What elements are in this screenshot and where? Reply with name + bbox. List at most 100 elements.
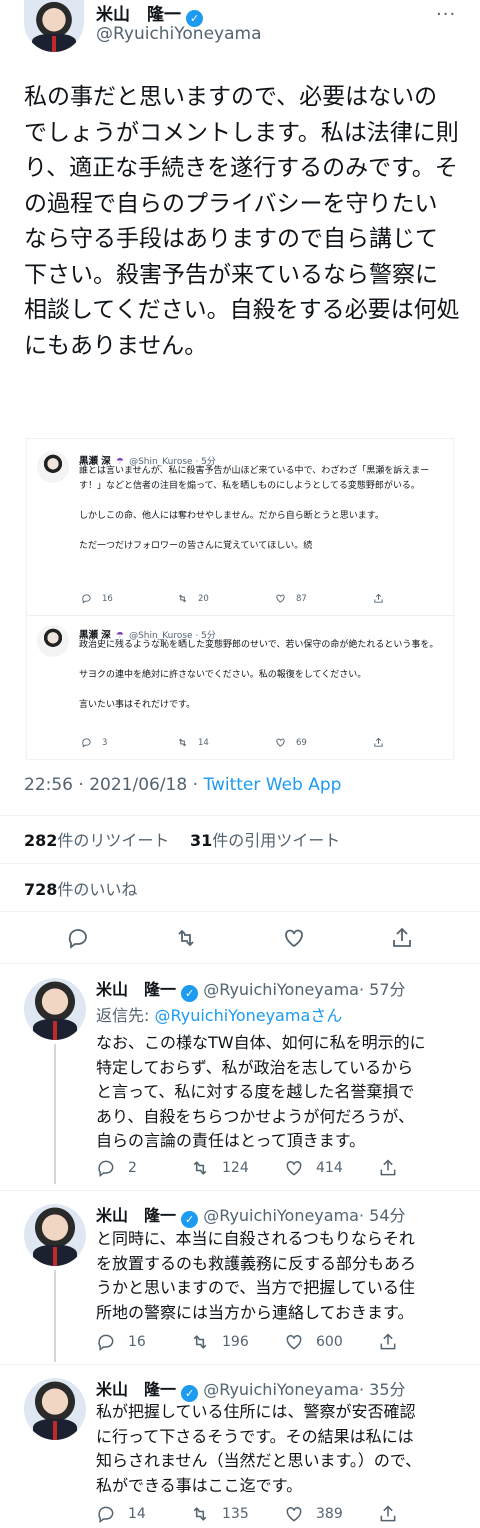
quote-stat-label: 件の引用ツイート [212,831,341,850]
retweet-stats[interactable]: 282件のリツイート [24,827,169,851]
embedded-reply: 3 [81,737,107,748]
like-stats[interactable]: 728件のいいね [24,876,137,900]
reply-author-handle: @RyuichiYoneyama [203,1206,359,1225]
like-action[interactable]: 389 [284,1504,343,1524]
embedded-avatar [37,625,69,657]
retweet-icon [193,1507,207,1521]
reply-age: · 54分 [358,1206,406,1225]
author-name: 米山 隆一 [96,5,181,25]
reply-icon [98,1334,114,1351]
retweet-icon [193,1161,207,1175]
reply-avatar[interactable] [24,978,86,1040]
share-icon [374,593,383,603]
reply-action[interactable]: 14 [96,1504,146,1524]
embedded-text: 政治史に残るような恥を晒した変態野郎のせいで、若い保守の命が絶たれるという事を。… [79,640,439,710]
like-count: 414 [316,1160,343,1176]
retweet-count: 196 [222,1334,249,1350]
reply-avatar[interactable] [24,1204,86,1266]
more-icon[interactable]: ··· [436,4,456,25]
reply-author-name: 米山 隆一 [96,1206,177,1225]
reply-icon [98,1160,114,1177]
retweet-stat-count: 282 [24,831,58,850]
like-stat-count: 728 [24,880,58,899]
reply-age: · 35分 [358,1380,406,1399]
retweet-count: 135 [222,1506,249,1522]
tweet-source-link[interactable]: Twitter Web App [203,775,341,795]
author-name-row[interactable]: 米山 隆一 ✓ [96,0,204,27]
share-icon[interactable] [378,1158,398,1178]
quote-stat-count: 31 [190,831,213,850]
reply-header[interactable]: 米山 隆一 ✓ @RyuichiYoneyama· 57分 [96,976,406,1002]
tweet-timestamp: 22:56 · 2021/06/18 · Twitter Web App [24,775,341,795]
tweet-text: 私の事だと思いますので、必要はないのでしょうがコメントします。私は法律に則り、適… [24,84,460,359]
reply-to-handle[interactable]: @RyuichiYoneyamaさん [154,1006,342,1025]
share-icon[interactable] [378,1504,398,1524]
retweet-icon [193,1335,207,1349]
reply-header[interactable]: 米山 隆一 ✓ @RyuichiYoneyama· 54分 [96,1202,406,1228]
embedded-like: 87 [275,593,307,604]
reply-action[interactable]: 16 [96,1332,146,1352]
share-icon[interactable] [378,1332,398,1352]
retweet-icon [178,594,187,603]
like-icon [286,1160,302,1176]
reply-author-name: 米山 隆一 [96,1380,177,1399]
embedded-avatar [37,451,69,483]
reply-text: 私が把握している住所には、警察が安否確認に行って下さるそうです。その結果は私には… [96,1402,422,1495]
retweet-icon [178,738,187,747]
retweet-count: 14 [198,737,209,748]
reply-icon [82,594,91,604]
retweet-action[interactable]: 135 [190,1504,249,1524]
reply-avatar[interactable] [24,1378,86,1440]
reply-to-line: 返信先: @RyuichiYoneyamaさん [96,1002,342,1026]
embedded-text: 誰とは言いませんが、私に殺害予告が山ほど来ている中で、わざわざ「黒瀬を訴えまーす… [79,466,430,551]
reply-count: 14 [128,1506,146,1522]
reply-author-handle: @RyuichiYoneyama [203,1380,359,1399]
reply-header[interactable]: 米山 隆一 ✓ @RyuichiYoneyama· 35分 [96,1376,406,1402]
like-action[interactable]: 600 [284,1332,343,1352]
like-icon [276,594,285,603]
like-icon [286,1506,302,1522]
reply-author-handle: @RyuichiYoneyama [203,980,359,999]
retweet-stat-label: 件のリツイート [57,831,170,850]
retweet-action[interactable]: 124 [190,1158,249,1178]
attached-image[interactable]: 黒瀬 深 ☂ @Shin_Kurose · 5分 誰とは言いませんが、私に殺害予… [26,438,455,760]
reply-text: なお、この様なTW自体、如何に私を明示的に特定しておらず、私が政治を志しているか… [96,1033,426,1150]
like-count: 600 [316,1334,343,1350]
reply-icon [98,1506,114,1523]
reply-age: · 57分 [358,980,406,999]
retweet-count: 124 [222,1160,249,1176]
retweet-count: 20 [198,593,209,604]
reply-to-label: 返信先: [96,1006,155,1025]
like-count: 389 [316,1506,343,1522]
reply-count: 16 [102,593,113,604]
embedded-retweet: 20 [177,593,209,604]
reply-text: と同時に、本当に自殺されるつもりならそれを放置するのも救護義務に反する部分もあろ… [96,1229,417,1322]
share-icon [374,737,383,747]
reply-count: 2 [128,1160,137,1176]
reply-action[interactable]: 2 [96,1158,137,1178]
like-icon[interactable] [282,926,306,950]
embedded-share [373,737,394,748]
reply-icon[interactable] [66,926,90,950]
share-icon[interactable] [390,926,414,950]
retweet-action[interactable]: 196 [190,1332,249,1352]
retweet-icon[interactable] [174,926,198,950]
tweet-time: 22:56 · 2021/06/18 · [24,775,204,795]
author-avatar[interactable] [24,0,84,52]
like-stat-label: 件のいいね [57,880,138,899]
like-count: 87 [296,593,307,604]
embedded-share [373,593,394,604]
reply-author-name: 米山 隆一 [96,980,177,999]
verified-badge-icon: ✓ [181,1211,199,1228]
quote-stats[interactable]: 31件の引用ツイート [190,827,340,851]
like-action[interactable]: 414 [284,1158,343,1178]
embedded-reply: 16 [81,593,113,604]
author-handle: @RyuichiYoneyama [96,24,262,44]
like-icon [286,1334,302,1350]
reply-icon [82,738,91,748]
reply-count: 3 [102,737,108,748]
like-count: 69 [296,737,307,748]
embedded-like: 69 [275,737,307,748]
embedded-retweet: 14 [177,737,209,748]
verified-badge-icon: ✓ [181,985,199,1002]
